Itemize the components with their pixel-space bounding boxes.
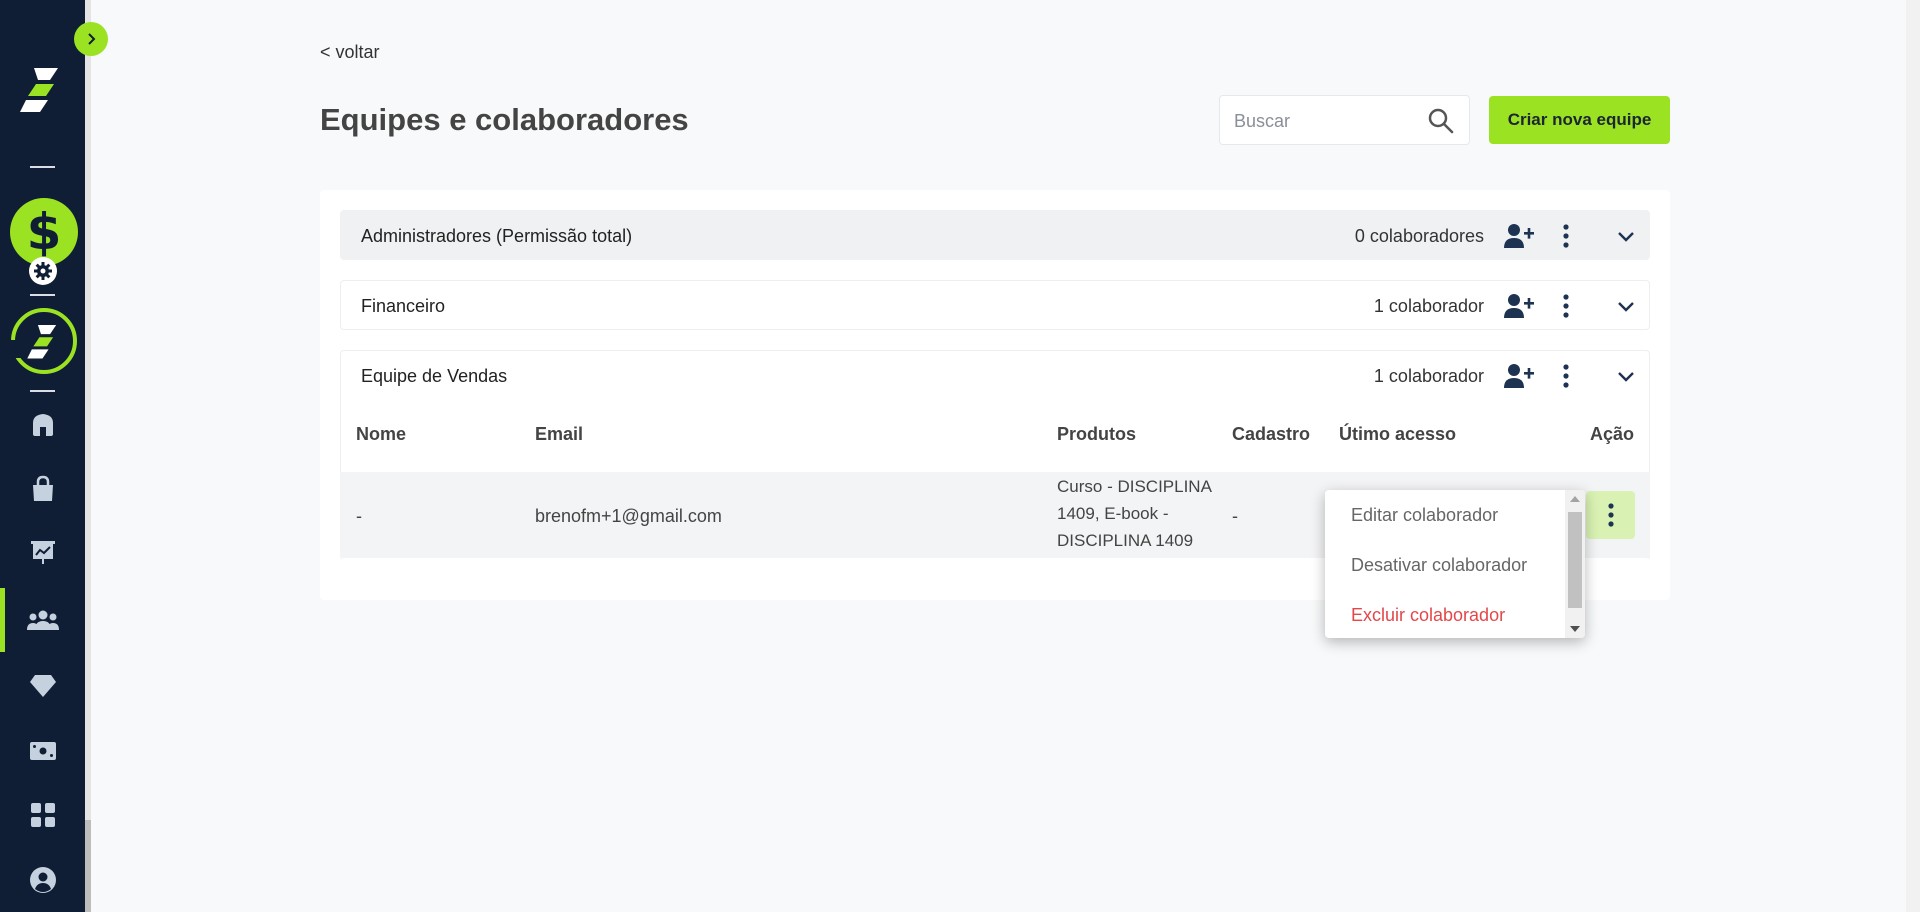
add-user-icon[interactable] [1504,293,1534,319]
team-member-count: 1 colaborador [1373,366,1484,386]
brand-ring-logo-icon[interactable] [11,308,77,374]
search-input[interactable] [1234,109,1414,133]
search-icon[interactable] [1427,107,1455,135]
column-header-email: Email [535,424,584,444]
kebab-menu-icon[interactable] [1561,223,1571,249]
gear-icon[interactable] [29,257,57,285]
page-scrollbar[interactable] [1906,0,1920,912]
team-row-financeiro[interactable]: Financeiro 1 colaborador [340,280,1650,330]
add-user-icon[interactable] [1504,223,1534,249]
member-products: Curso - DISCIPLINA 1409, E-book - DISCIP… [1057,477,1211,550]
team-member-count: 0 colaboradores [1354,226,1484,246]
users-icon [26,610,59,630]
row-action-button[interactable] [1586,491,1635,539]
sidebar-item-products[interactable] [0,465,85,513]
sidebar-divider [30,390,55,392]
column-header-action: Ação [1590,424,1635,444]
sidebar-item-team[interactable] [0,588,85,652]
sidebar-scrollbar[interactable] [85,0,91,912]
column-header-last-access: Útimo acesso [1339,424,1457,444]
money-icon [29,742,56,760]
column-header-name: Nome [356,424,407,444]
sidebar-item-apps[interactable] [0,791,85,839]
sidebar-divider [30,294,55,296]
sidebar: $ [0,0,85,912]
chevron-right-icon [88,33,96,45]
sidebar-item-cash[interactable] [0,727,85,775]
brand-logo-icon[interactable] [20,64,64,114]
page-title: Equipes e colaboradores [320,102,689,137]
sidebar-divider [30,166,55,168]
sidebar-item-profile[interactable] [0,856,85,904]
chevron-down-icon[interactable] [1615,295,1637,317]
team-name: Administradores (Permissão total) [361,226,633,246]
scroll-up-icon[interactable] [1570,496,1580,502]
scroll-thumb[interactable] [1568,512,1582,608]
dollar-icon[interactable]: $ [10,198,78,266]
sidebar-item-home[interactable] [0,400,85,448]
member-email: brenofm+1@gmail.com [535,506,722,526]
member-name: - [356,506,362,526]
sidebar-item-dashboard[interactable] [0,528,85,576]
team-member-count: 1 colaborador [1373,296,1484,316]
apps-grid-icon [30,803,55,827]
member-registered: - [1232,506,1238,526]
column-header-products: Produtos [1057,424,1136,444]
chevron-down-icon[interactable] [1615,365,1637,387]
add-user-icon[interactable] [1504,363,1534,389]
diamond-icon [29,675,56,697]
chevron-down-icon[interactable] [1615,225,1637,247]
menu-item-deactivate-collaborator[interactable]: Desativar colaborador [1351,555,1527,576]
row-action-menu: Editar colaborador Desativar colaborador… [1325,490,1585,638]
create-team-button[interactable]: Criar nova equipe [1489,96,1670,144]
team-row-administradores[interactable]: Administradores (Permissão total) 0 cola… [340,210,1650,260]
sidebar-item-diamond[interactable] [0,662,85,710]
menu-item-delete-collaborator[interactable]: Excluir colaborador [1351,605,1505,626]
shopping-bag-icon [32,475,53,501]
scroll-down-icon[interactable] [1570,626,1580,632]
team-name: Financeiro [361,296,446,316]
menu-scrollbar[interactable] [1565,490,1585,638]
kebab-menu-icon [1607,503,1614,527]
menu-item-edit-collaborator[interactable]: Editar colaborador [1351,505,1498,526]
back-link[interactable]: < voltar [320,42,380,63]
home-icon [32,414,53,436]
presentation-chart-icon [30,541,55,564]
search-box [1219,95,1470,145]
column-header-registered: Cadastro [1232,424,1311,444]
sidebar-toggle-button[interactable] [74,22,108,56]
kebab-menu-icon[interactable] [1561,363,1571,389]
user-circle-icon [29,867,56,893]
team-name: Equipe de Vendas [361,366,508,386]
kebab-menu-icon[interactable] [1561,293,1571,319]
